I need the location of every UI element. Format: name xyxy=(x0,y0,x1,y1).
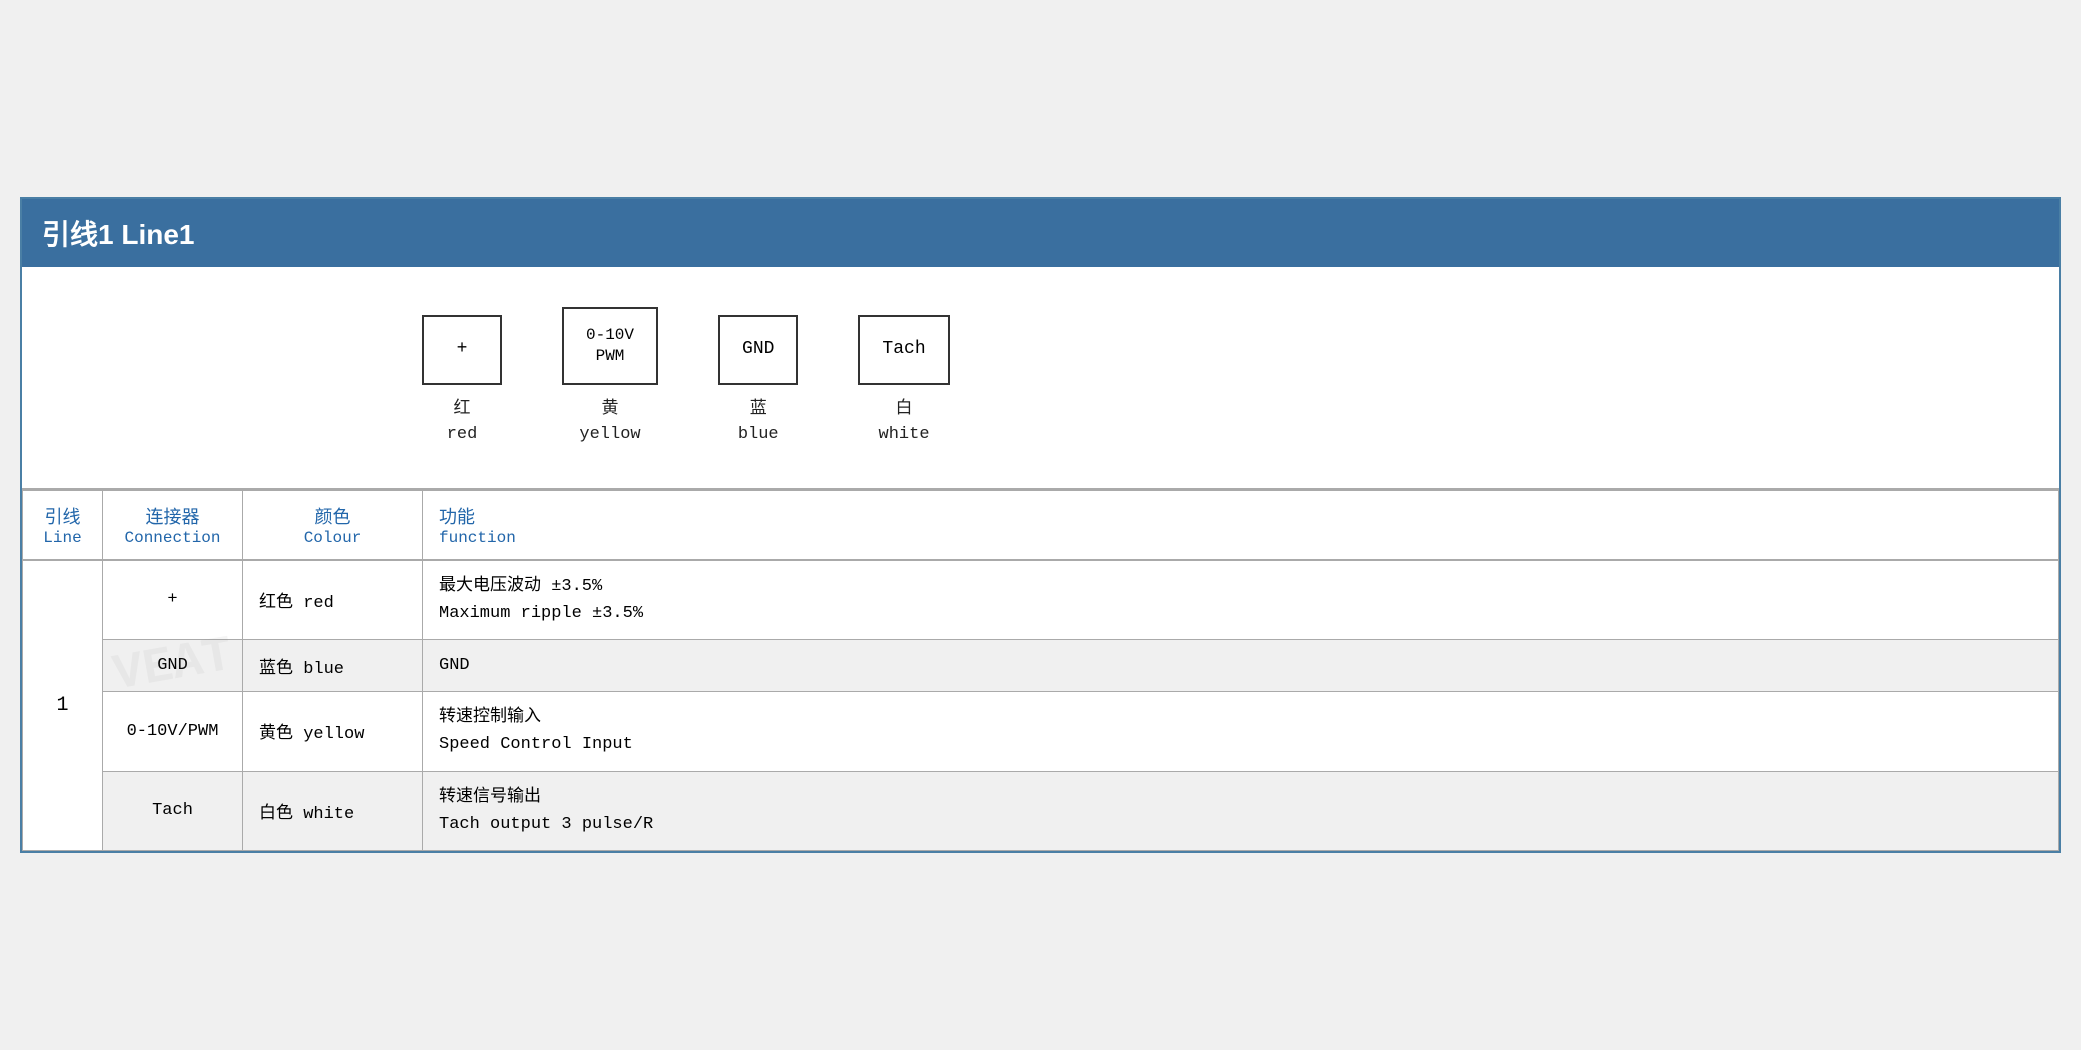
data-table: 引线 Line 连接器 Connection 颜色 Colour 功能 func… xyxy=(22,490,2059,851)
header-connection: 连接器 Connection xyxy=(103,490,243,560)
table-header-row: 引线 Line 连接器 Connection 颜色 Colour 功能 func… xyxy=(23,490,2059,560)
title-row: 引线1 Line1 xyxy=(22,199,2059,267)
colour-blue: 蓝色 blue xyxy=(243,640,423,692)
func-speed-control: 转速控制输入 Speed Control Input xyxy=(423,692,2059,771)
header-colour: 颜色 Colour xyxy=(243,490,423,560)
colour-red: 红色 red xyxy=(243,560,423,640)
connector-plus: + 红 red xyxy=(422,315,502,448)
func-tach-output: 转速信号输出 Tach output 3 pulse/R xyxy=(423,771,2059,850)
colour-white: 白色 white xyxy=(243,771,423,850)
connector-label-pwm: 黄 yellow xyxy=(579,397,640,448)
connector-label-gnd: 蓝 blue xyxy=(738,397,779,448)
table-row: GND VEAT 蓝色 blue GND xyxy=(23,640,2059,692)
main-container: 引线1 Line1 + 红 red 0-10V PWM 黄 yellow xyxy=(20,197,2061,853)
colour-yellow: 黄色 yellow xyxy=(243,692,423,771)
table-row: Tach 白色 white 转速信号输出 Tach output 3 pulse… xyxy=(23,771,2059,850)
connection-tach: Tach xyxy=(103,771,243,850)
connector-tach: Tach 白 white xyxy=(858,315,949,448)
page-title: 引线1 Line1 xyxy=(42,219,194,250)
table-row: 1 + 红色 red 最大电压波动 ±3.5% Maximum ripple ±… xyxy=(23,560,2059,640)
connector-label-plus: 红 red xyxy=(447,397,478,448)
table-row: 0-10V/PWM 黄色 yellow 转速控制输入 Speed Control… xyxy=(23,692,2059,771)
connector-pwm: 0-10V PWM 黄 yellow xyxy=(562,307,658,448)
func-gnd: GND xyxy=(423,640,2059,692)
connector-label-tach: 白 white xyxy=(879,397,930,448)
connection-gnd: GND VEAT xyxy=(103,640,243,692)
header-line: 引线 Line xyxy=(23,490,103,560)
table-wrapper: 引线1 Line1 + 红 red 0-10V PWM 黄 yellow xyxy=(20,197,2061,853)
connection-plus: + xyxy=(103,560,243,640)
connector-box-plus: + xyxy=(422,315,502,385)
connector-box-gnd: GND xyxy=(718,315,798,385)
func-ripple: 最大电压波动 ±3.5% Maximum ripple ±3.5% xyxy=(423,560,2059,640)
connection-pwm: 0-10V/PWM xyxy=(103,692,243,771)
connector-box-pwm: 0-10V PWM xyxy=(562,307,658,385)
connector-box-tach: Tach xyxy=(858,315,949,385)
line-number: 1 xyxy=(23,560,103,851)
connector-gnd: GND 蓝 blue xyxy=(718,315,798,448)
header-function: 功能 function xyxy=(423,490,2059,560)
connector-diagram: + 红 red 0-10V PWM 黄 yellow GND xyxy=(22,267,2059,490)
